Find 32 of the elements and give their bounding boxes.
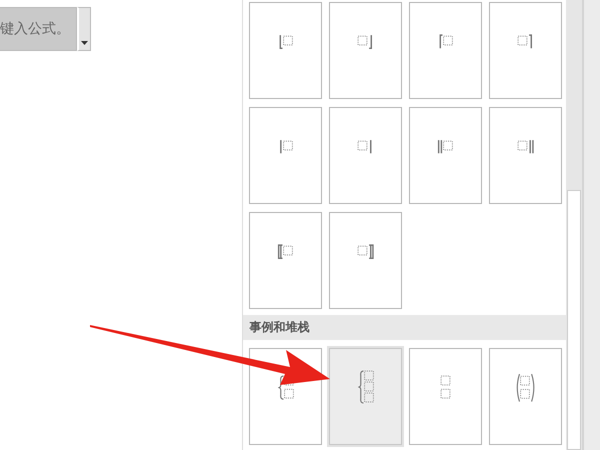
template-tile[interactable] — [409, 348, 482, 445]
template-tile[interactable] — [329, 348, 402, 445]
caret-icon — [81, 41, 88, 45]
template-tile[interactable] — [329, 2, 402, 99]
stack-template-icon — [440, 375, 452, 400]
template-tile[interactable] — [329, 107, 402, 204]
template-tile[interactable] — [489, 107, 562, 204]
template-tile[interactable] — [329, 212, 402, 309]
template-tile[interactable] — [489, 2, 562, 99]
template-tile[interactable] — [249, 2, 322, 99]
bracket-template-icon — [437, 138, 455, 154]
template-tile[interactable] — [409, 2, 482, 99]
section-header: 事例和堆栈 — [243, 315, 566, 340]
stack-template-icon — [358, 370, 374, 405]
bracket-template-icon — [437, 34, 455, 50]
scroll-thumb[interactable] — [567, 190, 582, 450]
equation-field[interactable]: 键入公式。 — [0, 7, 77, 51]
stack-template-icon — [278, 374, 294, 400]
equation-text: 键入公式。 — [0, 20, 70, 38]
bracket-template-icon — [517, 138, 535, 154]
stack-template-icon — [514, 372, 538, 402]
bracket-template-icon — [277, 138, 295, 154]
bracket-template-icon — [277, 244, 295, 260]
bracket-template-icon — [357, 34, 375, 50]
template-tile[interactable] — [249, 212, 322, 309]
bracket-template-icon — [277, 34, 295, 50]
bracket-template-icon — [357, 244, 375, 260]
template-tile[interactable] — [409, 107, 482, 204]
template-tile[interactable] — [249, 107, 322, 204]
bracket-template-icon — [517, 34, 535, 50]
scrollbar[interactable] — [566, 0, 582, 450]
template-tile[interactable] — [489, 348, 562, 445]
